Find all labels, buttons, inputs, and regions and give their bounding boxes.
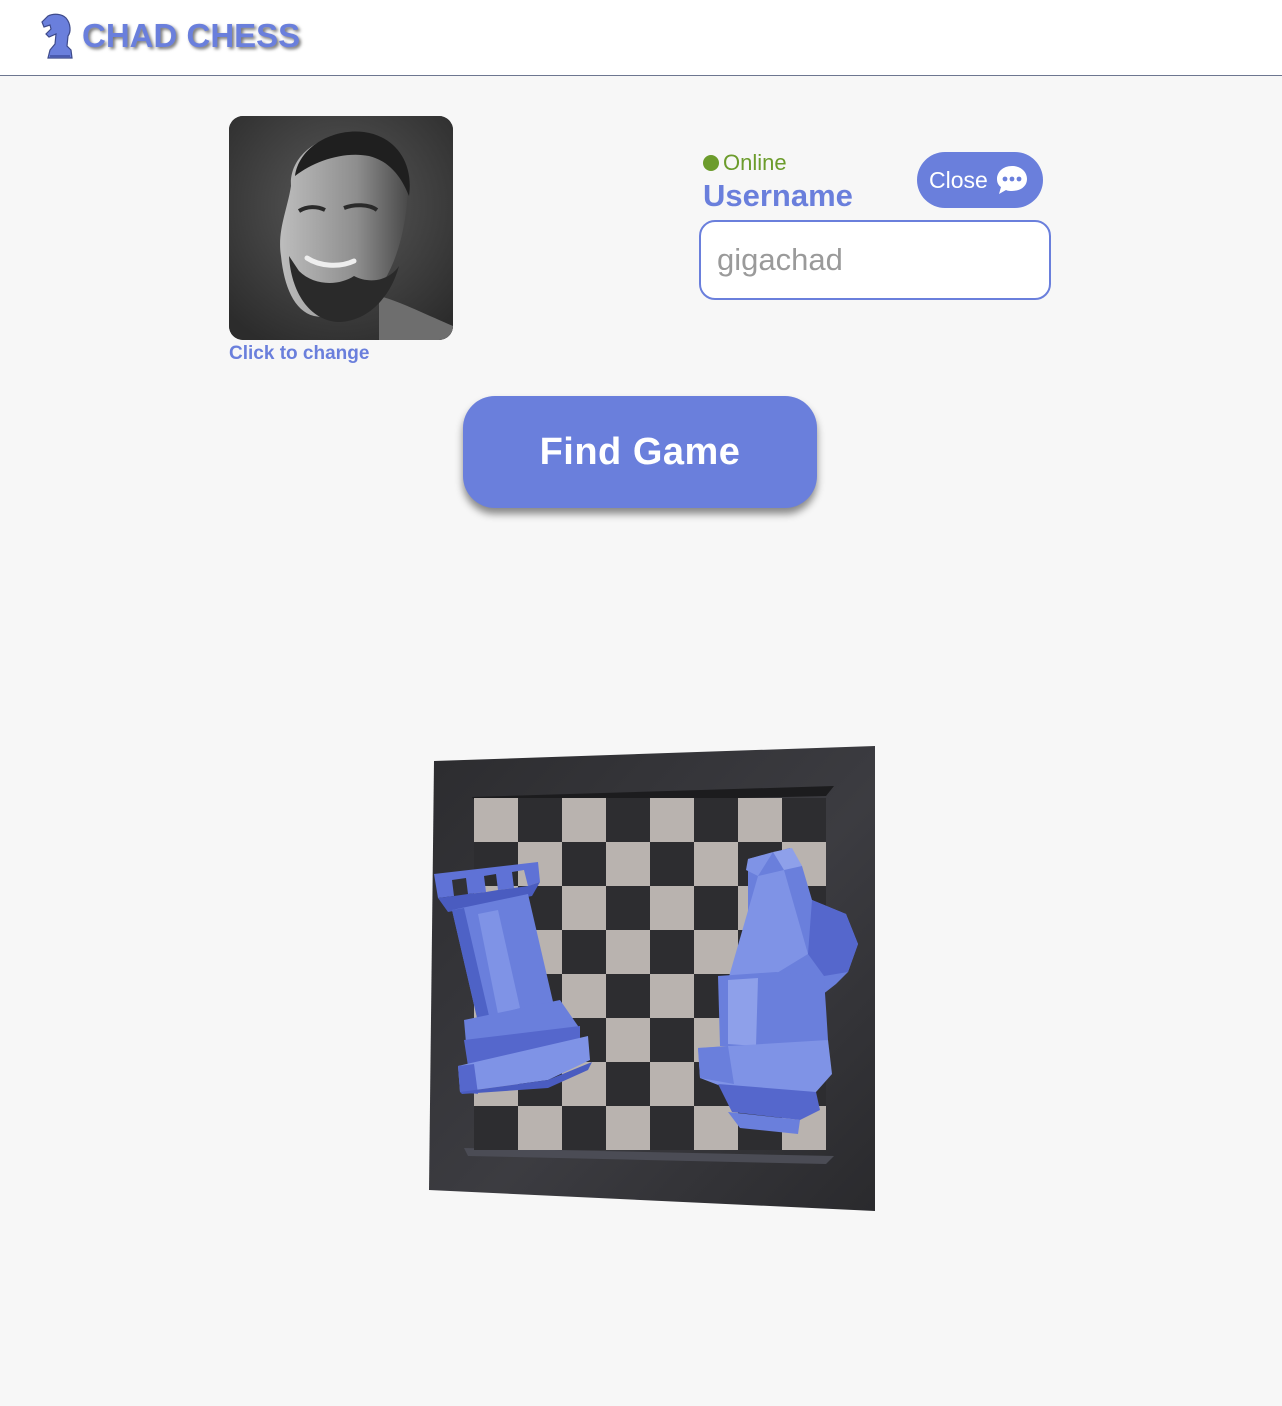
- board-square: [606, 974, 650, 1018]
- chat-bubble-icon: [996, 166, 1027, 194]
- close-chat-button[interactable]: Close: [917, 152, 1043, 208]
- top-header: CHAD CHESS: [0, 0, 1282, 76]
- avatar[interactable]: [229, 116, 453, 340]
- username-input[interactable]: [699, 220, 1051, 300]
- board-square: [562, 974, 606, 1018]
- logo-link[interactable]: CHAD CHESS: [38, 10, 300, 62]
- board-square: [606, 1062, 650, 1106]
- username-label: Username: [703, 178, 853, 213]
- knight-head-icon: [41, 13, 73, 59]
- board-square: [650, 974, 694, 1018]
- board-square: [650, 798, 694, 842]
- board-square: [562, 798, 606, 842]
- find-game-button[interactable]: Find Game: [463, 396, 817, 508]
- online-status: Online: [703, 150, 787, 176]
- board-square: [606, 886, 650, 930]
- board-square: [606, 1018, 650, 1062]
- chess-illustration: [428, 744, 878, 1214]
- close-label: Close: [929, 166, 988, 193]
- board-square: [650, 1106, 694, 1150]
- board-square: [650, 1018, 694, 1062]
- board-square: [694, 842, 738, 886]
- board-square: [562, 1106, 606, 1150]
- board-square: [562, 930, 606, 974]
- board-square: [606, 842, 650, 886]
- chess-board-icon: [429, 746, 875, 1211]
- board-square: [650, 930, 694, 974]
- status-text: Online: [723, 150, 787, 175]
- board-square: [474, 798, 518, 842]
- board-square: [518, 1106, 562, 1150]
- board-square: [694, 886, 738, 930]
- board-square: [606, 930, 650, 974]
- board-square: [474, 1106, 518, 1150]
- board-square: [694, 930, 738, 974]
- board-square: [650, 1062, 694, 1106]
- board-square: [562, 886, 606, 930]
- logo-text: CHAD CHESS: [82, 17, 301, 54]
- board-square: [606, 798, 650, 842]
- board-square: [562, 842, 606, 886]
- avatar-photo: [229, 116, 453, 340]
- board-square: [738, 798, 782, 842]
- board-square: [782, 798, 826, 842]
- online-dot-icon: [703, 155, 719, 171]
- change-avatar-label[interactable]: Click to change: [229, 343, 369, 365]
- board-square: [606, 1106, 650, 1150]
- board-square: [650, 886, 694, 930]
- board-square: [694, 798, 738, 842]
- board-square: [518, 798, 562, 842]
- board-square: [650, 842, 694, 886]
